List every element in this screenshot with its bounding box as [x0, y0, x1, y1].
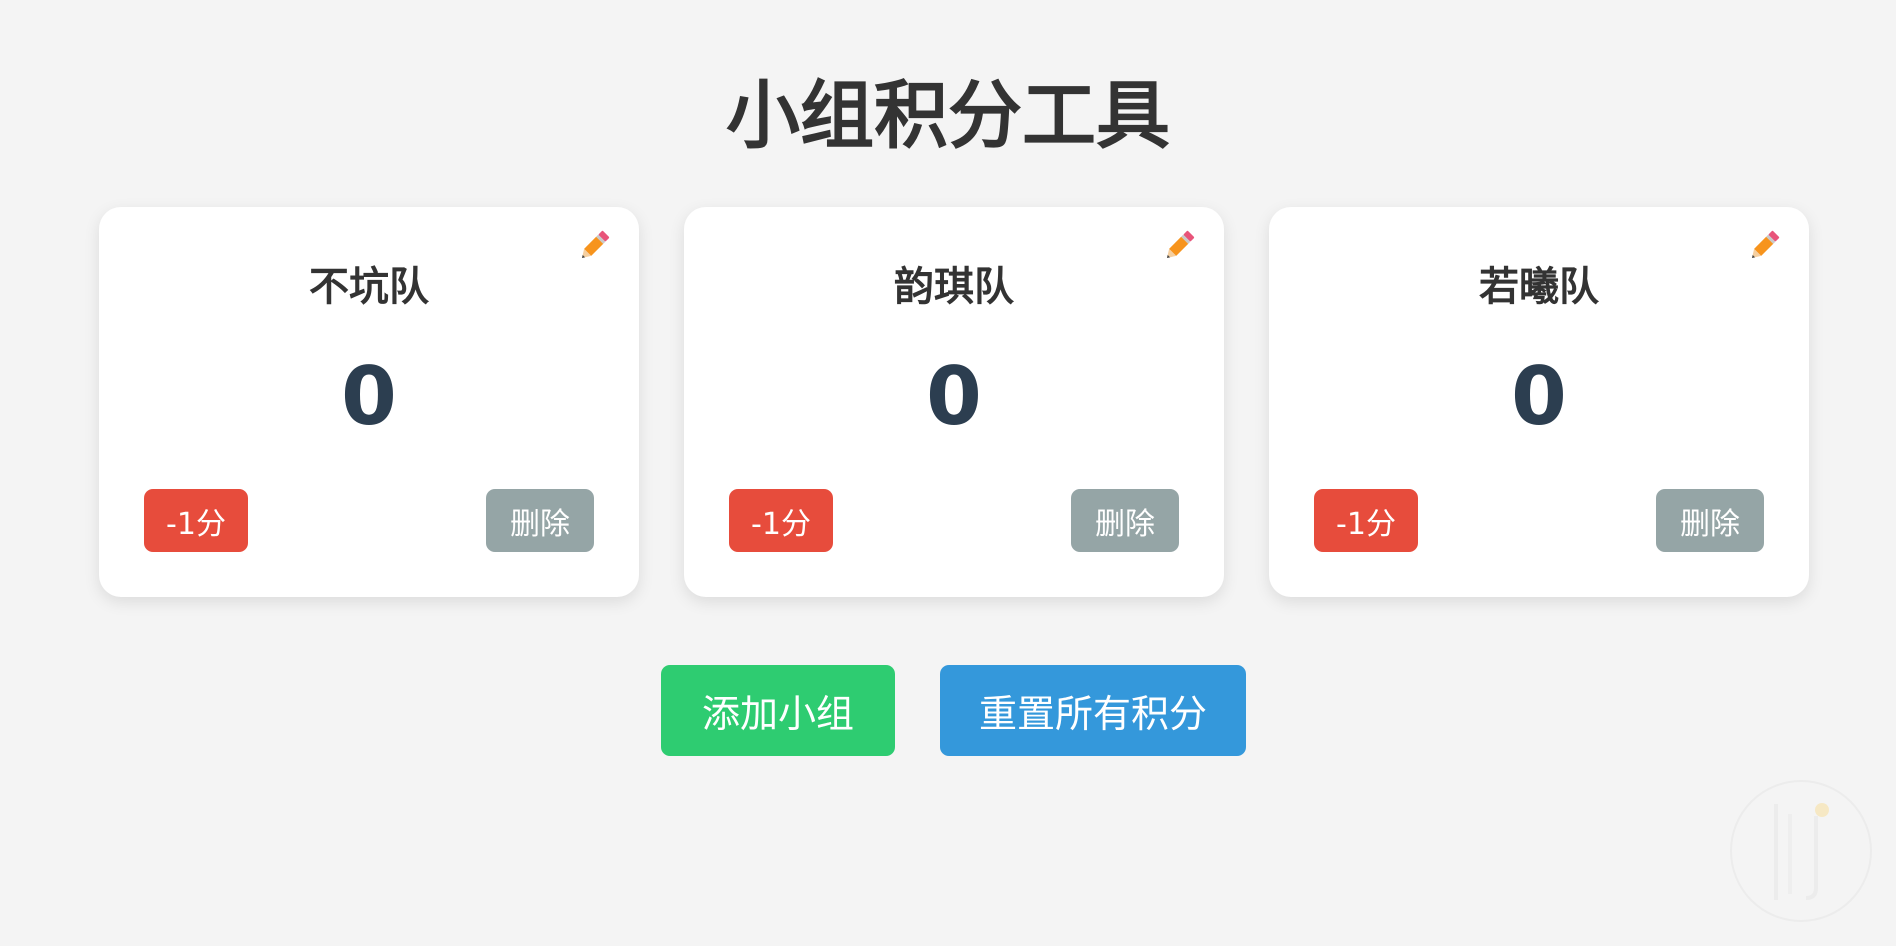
- team-score: 0: [1511, 350, 1567, 443]
- reset-scores-button[interactable]: 重置所有积分: [940, 665, 1246, 756]
- minus-one-button[interactable]: -1分: [1314, 489, 1418, 552]
- delete-button[interactable]: 删除: [1071, 489, 1179, 552]
- add-group-button[interactable]: 添加小组: [661, 665, 895, 756]
- team-name: 不坑队: [309, 264, 429, 310]
- team-card: 不坑队 0 -1分 删除: [99, 207, 639, 597]
- watermark-logo: [1726, 776, 1876, 926]
- minus-one-button[interactable]: -1分: [144, 489, 248, 552]
- team-score: 0: [926, 350, 982, 443]
- minus-one-button[interactable]: -1分: [729, 489, 833, 552]
- team-card: 若曦队 0 -1分 删除: [1269, 207, 1809, 597]
- team-score: 0: [341, 350, 397, 443]
- delete-button[interactable]: 删除: [1656, 489, 1764, 552]
- team-name: 韵琪队: [894, 264, 1014, 310]
- team-card: 韵琪队 0 -1分 删除: [684, 207, 1224, 597]
- page-title: 小组积分工具: [726, 73, 1170, 159]
- delete-button[interactable]: 删除: [486, 489, 594, 552]
- team-name: 若曦队: [1479, 264, 1599, 310]
